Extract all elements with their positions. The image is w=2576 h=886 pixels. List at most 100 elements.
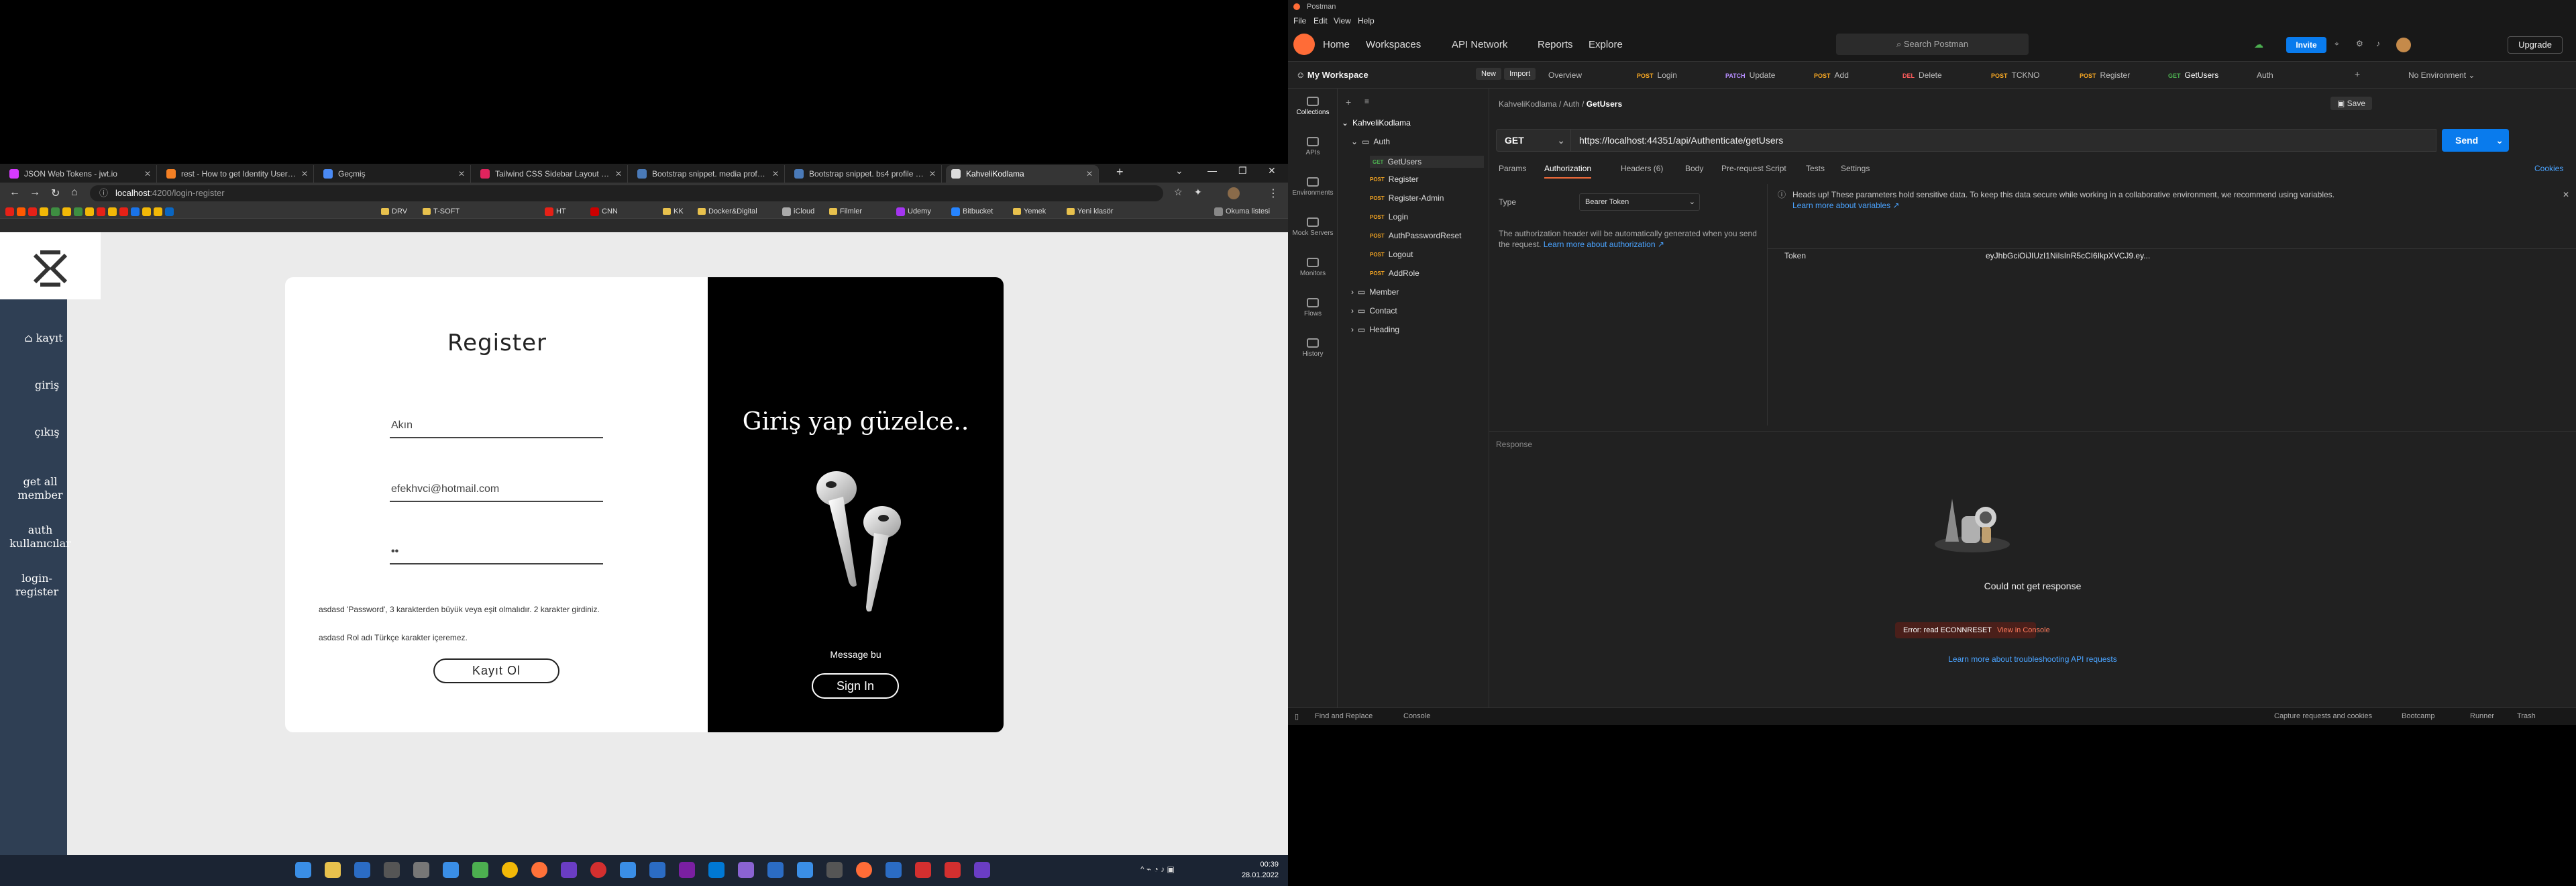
mail-icon[interactable] xyxy=(354,862,370,878)
app-icon[interactable] xyxy=(620,862,636,878)
subtab-authorization[interactable]: Authorization xyxy=(1544,164,1592,179)
sign-in-button[interactable]: Sign In xyxy=(812,673,899,699)
request-addrole[interactable]: POST AddRole xyxy=(1370,268,1419,278)
app-logo[interactable] xyxy=(0,232,101,299)
minimize-icon[interactable]: — xyxy=(1208,165,1217,176)
explorer-icon[interactable] xyxy=(325,862,341,878)
nav-workspaces[interactable]: Workspaces xyxy=(1366,39,1421,50)
app-icon[interactable] xyxy=(561,862,577,878)
folder-member[interactable]: › ▭ Member xyxy=(1351,287,1399,297)
rail-mock-servers[interactable]: Mock Servers xyxy=(1288,217,1338,237)
nav-reports[interactable]: Reports xyxy=(1538,39,1573,50)
filter-icon[interactable]: ≡ xyxy=(1364,97,1369,106)
folder-contact[interactable]: › ▭ Contact xyxy=(1351,306,1397,315)
tab-auth[interactable]: Auth xyxy=(2257,70,2273,80)
new-tab-icon[interactable]: + xyxy=(1116,165,1124,179)
address-bar[interactable]: ⓘ localhost:4200/login-register xyxy=(90,185,1163,201)
request-register[interactable]: POST Register xyxy=(1370,175,1418,184)
tab-tckno[interactable]: POST TCKNO xyxy=(1991,70,2040,80)
back-icon[interactable]: ← xyxy=(9,187,20,199)
workspace-name[interactable]: ☺ My Workspace xyxy=(1296,70,1368,80)
bookmark-udemy[interactable]: Udemy xyxy=(896,206,931,217)
forward-icon[interactable]: → xyxy=(30,187,40,199)
rail-environments[interactable]: Environments xyxy=(1288,177,1338,197)
bell-icon[interactable]: ♪ xyxy=(2376,39,2380,48)
rail-collections[interactable]: Collections xyxy=(1288,97,1338,116)
register-button[interactable]: Kayıt Ol xyxy=(433,658,559,683)
app-icon[interactable] xyxy=(915,862,931,878)
request-getusers[interactable]: GET GetUsers xyxy=(1370,156,1484,168)
sidebar-item-auth-kullanicilar[interactable]: auth kullanıcılar xyxy=(0,524,80,550)
find-replace[interactable]: Find and Replace xyxy=(1315,712,1373,720)
app-icon[interactable] xyxy=(649,862,665,878)
save-button[interactable]: ▣ Save xyxy=(2330,97,2373,110)
browser-tab[interactable]: Tailwind CSS Sidebar Layout - T... ✕ xyxy=(475,165,628,183)
add-tab-icon[interactable]: + xyxy=(2355,68,2360,79)
import-button[interactable]: Import xyxy=(1504,68,1536,80)
settings-icon[interactable] xyxy=(413,862,429,878)
chrome-icon[interactable] xyxy=(502,862,518,878)
variables-link[interactable]: Learn more about variables ↗ xyxy=(1778,200,2569,211)
capture-requests[interactable]: Capture requests and cookies xyxy=(2274,712,2372,720)
visual-studio-icon[interactable] xyxy=(738,862,754,878)
satellite-icon[interactable]: ⌖ xyxy=(2334,39,2339,49)
app-icon[interactable] xyxy=(945,862,961,878)
tab-login[interactable]: POST Login xyxy=(1637,70,1677,80)
calendar-icon[interactable] xyxy=(384,862,400,878)
tab-delete[interactable]: DEL Delete xyxy=(1902,70,1942,80)
maps-icon[interactable] xyxy=(472,862,488,878)
menu-file[interactable]: File xyxy=(1293,16,1306,26)
app-icon[interactable] xyxy=(679,862,695,878)
url-input[interactable]: https://localhost:44351/api/Authenticate… xyxy=(1571,129,2436,152)
token-input[interactable]: eyJhbGciOiJIUzI1NiIsInR5cCI6IkpXVCJ9.ey.… xyxy=(1970,247,2171,264)
reload-icon[interactable]: ↻ xyxy=(51,187,60,200)
trash[interactable]: Trash xyxy=(2517,712,2536,720)
request-register-admin[interactable]: POST Register-Admin xyxy=(1370,193,1444,203)
close-icon[interactable]: ✕ xyxy=(144,169,151,179)
email-field[interactable]: efekhvci@hotmail.com xyxy=(390,477,603,502)
bookmark-ht[interactable]: HT xyxy=(545,206,566,217)
nav-explore[interactable]: Explore xyxy=(1589,39,1623,50)
bookmark-docker[interactable]: Docker&Digital xyxy=(698,206,757,217)
app-icon[interactable] xyxy=(826,862,843,878)
close-icon[interactable]: ✕ xyxy=(301,169,308,179)
sidebar-item-login-register[interactable]: login-register xyxy=(0,572,74,599)
close-icon[interactable]: ✕ xyxy=(772,169,779,179)
rail-history[interactable]: History xyxy=(1288,338,1338,358)
new-button[interactable]: New xyxy=(1476,68,1502,80)
star-icon[interactable]: ☆ xyxy=(1174,187,1183,198)
bookmark-drv[interactable]: DRV xyxy=(381,206,407,217)
browser-tab[interactable]: JSON Web Tokens - jwt.io ✕ xyxy=(4,165,157,183)
start-icon[interactable] xyxy=(295,862,311,878)
bookmark-filmler[interactable]: Filmler xyxy=(829,206,862,217)
sidebar-item-giris[interactable]: giriş xyxy=(0,379,67,392)
close-icon[interactable]: ✕ xyxy=(458,169,465,179)
search-input[interactable]: ⌕ Search Postman xyxy=(1836,34,2029,55)
password-field[interactable]: •• xyxy=(390,539,603,564)
subtab-settings[interactable]: Settings xyxy=(1841,164,1870,173)
sidebar-item-cikis[interactable]: çıkış xyxy=(0,426,67,439)
close-icon[interactable]: ✕ xyxy=(929,169,936,179)
bookmark-icloud[interactable]: iCloud xyxy=(782,206,814,217)
upgrade-button[interactable]: Upgrade xyxy=(2508,36,2563,54)
avatar[interactable] xyxy=(2396,38,2411,52)
menu-help[interactable]: Help xyxy=(1358,16,1375,26)
request-logout[interactable]: POST Logout xyxy=(1370,250,1413,259)
subtab-headers[interactable]: Headers (6) xyxy=(1621,164,1663,173)
postman-logo-icon[interactable] xyxy=(1293,34,1315,55)
bookmark-yemek[interactable]: Yemek xyxy=(1013,206,1046,217)
runner[interactable]: Runner xyxy=(2470,712,2494,720)
tab-search-icon[interactable]: ⌄ xyxy=(1175,165,1183,177)
sidebar-item-get-all-member[interactable]: get all member xyxy=(0,475,80,502)
collection-root[interactable]: ⌄ KahveliKodlama xyxy=(1342,118,1411,128)
reading-list[interactable]: Okuma listesi xyxy=(1214,206,1270,217)
close-window-icon[interactable]: ✕ xyxy=(1268,165,1276,177)
view-console-link[interactable]: View in Console xyxy=(1997,626,2050,634)
sync-icon[interactable]: ☁ xyxy=(2254,39,2263,50)
console[interactable]: Console xyxy=(1403,712,1430,720)
subtab-body[interactable]: Body xyxy=(1685,164,1703,173)
browser-tab[interactable]: Bootstrap snippet. media profile... ✕ xyxy=(632,165,785,183)
method-select[interactable]: GET ⌄ xyxy=(1496,129,1571,152)
bootcamp[interactable]: Bootcamp xyxy=(2402,712,2435,720)
browser-tab[interactable]: Geçmiş ✕ xyxy=(318,165,471,183)
